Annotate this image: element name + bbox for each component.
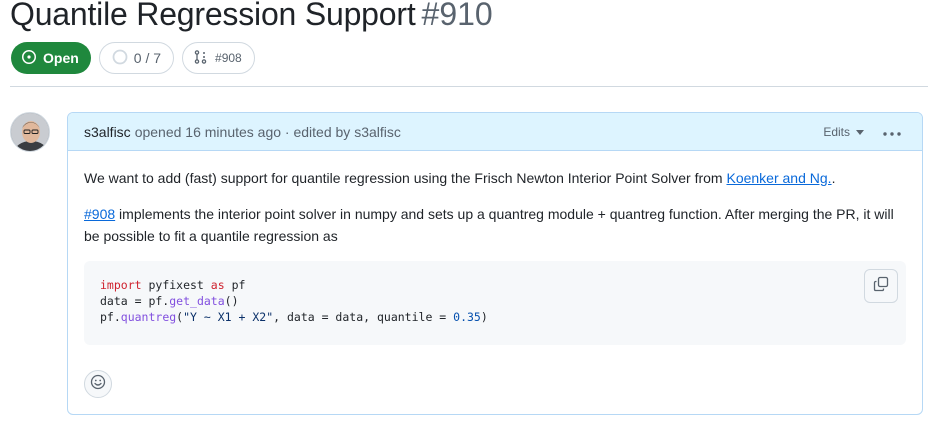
code-number: 0.35	[453, 310, 481, 324]
comment-author[interactable]: s3alfisc	[84, 124, 131, 140]
issue-number: #910	[421, 0, 493, 32]
code-keyword: as	[210, 278, 225, 292]
code-text: pf	[224, 278, 246, 292]
progress-circle-icon	[112, 49, 128, 68]
kebab-horizontal-icon	[883, 125, 901, 139]
code-function: quantreg	[120, 310, 177, 324]
state-badge-open: Open	[11, 42, 91, 74]
code-string: "Y ~ X1 + X2"	[183, 310, 274, 324]
smiley-icon	[90, 374, 106, 395]
linked-pr-number: #908	[215, 51, 242, 65]
code-text: , data = data, quantile =	[273, 310, 454, 324]
comment-paragraph-2: #908 implements the interior point solve…	[84, 203, 906, 247]
issue-comment: s3alfisc opened 16 minutes ago · edited …	[67, 112, 923, 415]
code-keyword: import	[100, 278, 142, 292]
subissues-count: 0 / 7	[133, 50, 162, 66]
pr-908-link[interactable]: #908	[84, 206, 115, 222]
issue-open-icon	[21, 49, 37, 68]
issue-title: Quantile Regression Support	[10, 0, 416, 32]
linked-pr-button[interactable]: #908	[182, 42, 255, 74]
state-label: Open	[43, 50, 79, 66]
comment-editor[interactable]: s3alfisc	[354, 124, 401, 140]
comment-header-actions: Edits	[817, 120, 908, 144]
comment-paragraph-1: We want to add (fast) support for quanti…	[84, 167, 906, 189]
edits-dropdown[interactable]: Edits	[817, 120, 870, 144]
header-divider	[10, 86, 928, 87]
comment-body: We want to add (fast) support for quanti…	[68, 151, 922, 345]
code-block: import pyfixest as pf data = pf.get_data…	[84, 261, 906, 345]
code-text: ()	[224, 294, 239, 308]
comment-options-button[interactable]	[876, 120, 908, 144]
code-line-3: pf.quantreg("Y ~ X1 + X2", data = data, …	[100, 309, 890, 325]
paragraph-text: implements the interior point solver in …	[84, 206, 894, 244]
code-text: pf.	[100, 310, 121, 324]
subissues-progress-button[interactable]: 0 / 7	[98, 42, 175, 74]
comment-meta: opened 16 minutes ago · edited by s3alfi…	[135, 124, 401, 140]
code-text: )	[480, 310, 488, 324]
comment-header: s3alfisc opened 16 minutes ago · edited …	[68, 113, 922, 151]
triangle-down-icon	[856, 125, 864, 139]
code-text: data = pf.	[100, 294, 170, 308]
code-text: pyfixest	[141, 278, 211, 292]
issue-badges: Open 0 / 7 #908	[11, 42, 255, 74]
code-line-2: data = pf.get_data()	[100, 293, 890, 309]
code-line-1: import pyfixest as pf	[100, 277, 890, 293]
koenker-ng-link[interactable]: Koenker and Ng.	[726, 170, 831, 186]
paragraph-text: We want to add (fast) support for quanti…	[84, 170, 723, 186]
paragraph-end: .	[831, 170, 836, 186]
issue-title-row: Quantile Regression Support #910	[10, 0, 493, 33]
code-function: get_data	[169, 294, 225, 308]
copy-icon	[873, 276, 889, 296]
comment-meta-text: opened 16 minutes ago · edited by	[134, 123, 351, 140]
add-reaction-button[interactable]	[84, 370, 112, 398]
pull-request-icon	[193, 49, 209, 68]
author-avatar[interactable]	[10, 112, 50, 152]
copy-code-button[interactable]	[864, 269, 898, 303]
edits-label: Edits	[823, 124, 850, 139]
